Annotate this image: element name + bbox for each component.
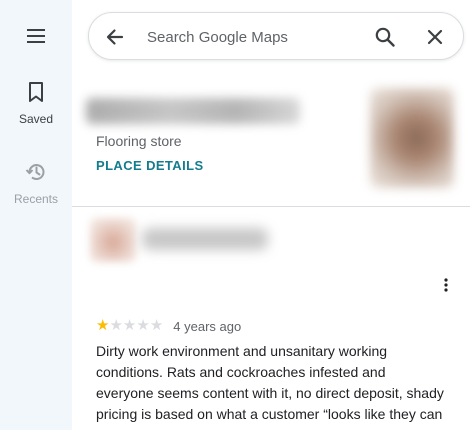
search-button[interactable] [373,25,397,49]
side-panel: Flooring store PLACE DETAILS ★★★★★ 4 yea… [72,0,470,430]
more-vert-icon [444,278,448,292]
search-input[interactable] [147,23,357,51]
recents-label: Recents [13,192,59,206]
star-icon: ★ [136,317,150,334]
star-icon: ★ [96,317,110,334]
star-icon: ★ [109,317,123,334]
reviewer-avatar[interactable] [90,218,136,262]
star-icon: ★ [149,317,164,334]
menu-button[interactable] [24,24,48,48]
saved-label: Saved [18,112,54,126]
review-rating: ★★★★★ 4 years ago [96,318,241,334]
review-text: Dirty work environment and unsanitary wo… [96,343,444,430]
bookmark-icon [29,82,43,102]
history-icon [25,164,45,181]
arrow-left-icon [106,29,124,45]
search-icon [375,27,395,47]
search-bar [88,12,464,60]
close-icon [427,29,443,45]
recents-button[interactable]: Recents [0,160,72,206]
place-category: Flooring store [96,133,182,149]
star-icon: ★ [122,317,137,334]
navigation-rail: Saved Recents [0,0,72,430]
divider [72,206,470,207]
place-photo[interactable] [370,88,454,188]
back-button[interactable] [103,25,127,49]
star-rating: ★★★★★ [96,317,163,335]
review-date: 4 years ago [173,318,242,334]
reviewer-name-redacted[interactable] [142,228,268,250]
place-details-link[interactable]: PLACE DETAILS [96,158,204,173]
place-name-redacted [86,98,300,124]
clear-search-button[interactable] [423,25,447,49]
more-options-button[interactable] [436,274,456,296]
place-card: Flooring store PLACE DETAILS [72,80,470,206]
saved-button[interactable]: Saved [0,80,72,126]
menu-icon [27,29,45,43]
